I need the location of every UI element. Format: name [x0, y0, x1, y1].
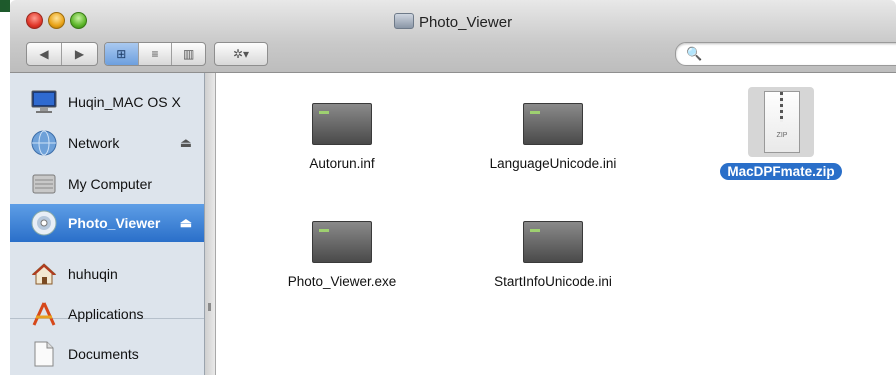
search-icon: 🔍: [686, 46, 703, 61]
sidebar-item-huqin-mac[interactable]: Huqin_MAC OS X: [10, 83, 204, 121]
list-view-icon: ≡: [151, 47, 159, 61]
sidebar-splitter[interactable]: [205, 73, 216, 375]
file-icon-grid: Autorun.inf LanguageUnicode.ini ZIP MacD…: [216, 73, 896, 375]
sidebar-item-huhuqin[interactable]: huhuqin: [10, 255, 204, 293]
cd-disc-icon: [30, 209, 58, 237]
file-item[interactable]: Photo_Viewer.exe: [257, 221, 427, 290]
nav-button-group: ◀ ▶: [26, 42, 98, 66]
sidebar-item-label: Network: [68, 135, 120, 151]
back-arrow-icon: ◀: [39, 47, 49, 61]
file-item[interactable]: Autorun.inf: [257, 103, 427, 172]
title-bar[interactable]: Photo_Viewer ◀ ▶ ⊞ ≡ ▥ ✲▾ 🔍: [10, 0, 896, 73]
zip-archive-icon: ZIP: [748, 87, 814, 157]
disc-icon: [393, 13, 414, 29]
back-button[interactable]: ◀: [27, 43, 62, 65]
document-file-icon: [523, 221, 583, 263]
column-view-button[interactable]: ▥: [172, 43, 205, 65]
finder-window: Photo_Viewer ◀ ▶ ⊞ ≡ ▥ ✲▾ 🔍 Huqin_MAC OS…: [10, 0, 896, 375]
zipper-icon: [780, 92, 783, 122]
computer-icon: [30, 88, 58, 116]
sidebar: Huqin_MAC OS X Network ⏏ My Computer Pho…: [10, 73, 205, 375]
sidebar-item-label: Documents: [68, 346, 139, 362]
icon-view-icon: ⊞: [116, 47, 127, 61]
splitter-grip-icon[interactable]: [208, 303, 211, 311]
file-name: LanguageUnicode.ini: [489, 156, 617, 171]
icon-view-button[interactable]: ⊞: [105, 43, 139, 65]
list-view-button[interactable]: ≡: [139, 43, 173, 65]
eject-icon[interactable]: ⏏: [180, 135, 192, 151]
sidebar-item-documents[interactable]: Documents: [10, 335, 204, 373]
file-name: StartInfoUnicode.ini: [494, 274, 612, 289]
document-file-icon: [312, 103, 372, 145]
zip-page: ZIP: [764, 91, 800, 153]
applications-icon: [30, 300, 58, 328]
sidebar-item-label: huhuqin: [68, 266, 118, 282]
sidebar-item-label: Photo_Viewer: [68, 215, 161, 231]
document-file-icon: [523, 103, 583, 145]
sidebar-item-label: My Computer: [68, 176, 153, 192]
forward-button[interactable]: ▶: [62, 43, 97, 65]
file-item-selected[interactable]: ZIP MacDPFmate.zip: [696, 87, 866, 180]
search-field[interactable]: 🔍: [675, 42, 896, 66]
gear-icon: ✲▾: [232, 47, 250, 61]
documents-icon: [30, 340, 58, 368]
zip-badge: ZIP: [776, 132, 788, 139]
network-globe-icon: [30, 129, 58, 157]
document-file-icon: [312, 221, 372, 263]
sidebar-item-label: Applications: [68, 306, 144, 322]
file-name: Autorun.inf: [309, 156, 375, 171]
sidebar-item-photo-viewer[interactable]: Photo_Viewer ⏏: [10, 204, 204, 242]
sidebar-item-applications[interactable]: Applications: [10, 295, 204, 333]
file-item[interactable]: StartInfoUnicode.ini: [468, 221, 638, 290]
eject-icon[interactable]: ⏏: [180, 215, 192, 231]
action-button-group: ✲▾: [214, 42, 268, 66]
sidebar-item-network[interactable]: Network ⏏: [10, 124, 204, 162]
view-button-group: ⊞ ≡ ▥: [104, 42, 206, 66]
sidebar-item-my-computer[interactable]: My Computer: [10, 165, 204, 203]
file-name: Photo_Viewer.exe: [287, 274, 397, 289]
column-view-icon: ▥: [183, 47, 195, 61]
home-icon: [30, 260, 58, 288]
file-name: MacDPFmate.zip: [720, 163, 842, 180]
window-title: Photo_Viewer: [10, 13, 896, 31]
file-item[interactable]: LanguageUnicode.ini: [468, 103, 638, 172]
sidebar-item-label: Huqin_MAC OS X: [68, 94, 181, 110]
window-title-text: Photo_Viewer: [418, 14, 513, 31]
drive-icon: [30, 170, 58, 198]
forward-arrow-icon: ▶: [74, 47, 85, 61]
action-menu-button[interactable]: ✲▾: [215, 43, 267, 65]
